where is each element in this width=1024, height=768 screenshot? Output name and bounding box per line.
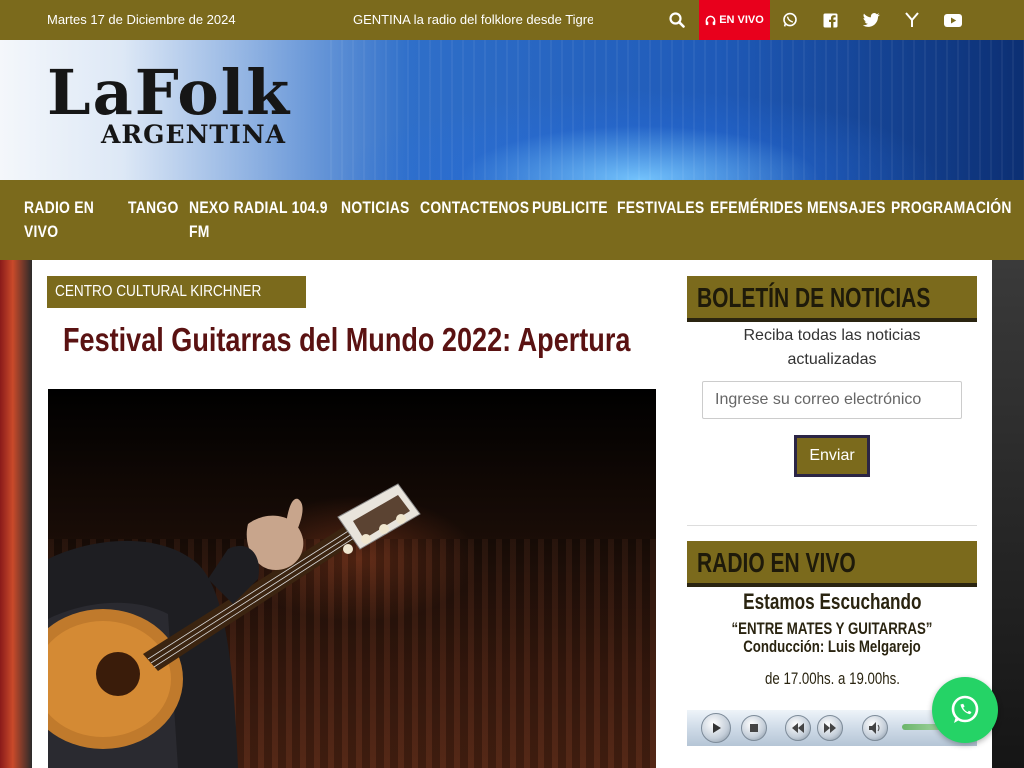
nav-label: RADIO EN bbox=[24, 198, 95, 217]
headphones-icon bbox=[705, 15, 716, 25]
radio-widget-header: RADIO EN VIVO bbox=[687, 541, 977, 587]
guitarist-illustration bbox=[48, 483, 421, 768]
newsletter-description: Reciba todas las noticias actualizadas bbox=[743, 327, 921, 368]
newsletter-heading: BOLETÍN DE NOTICIAS bbox=[697, 282, 931, 313]
newsletter-email-input[interactable] bbox=[702, 381, 962, 419]
whatsapp-chat-button[interactable] bbox=[932, 677, 998, 743]
stop-button[interactable] bbox=[741, 715, 767, 741]
search-icon[interactable] bbox=[667, 10, 687, 30]
logo-text: LaFolk bbox=[47, 56, 292, 129]
facebook-icon[interactable] bbox=[820, 10, 840, 30]
nav-label: FM bbox=[189, 222, 210, 241]
youtube-icon[interactable] bbox=[943, 10, 963, 30]
header-banner: LaFolk ARGENTINA bbox=[0, 40, 1024, 180]
nav-item-noticias[interactable]: NOTICIAS bbox=[341, 196, 410, 220]
background-photo-right bbox=[992, 260, 1024, 768]
ycombinator-icon[interactable] bbox=[902, 10, 922, 30]
stop-icon bbox=[750, 724, 758, 732]
whatsapp-icon[interactable] bbox=[780, 10, 800, 30]
rewind-button[interactable] bbox=[785, 715, 811, 741]
newsletter-widget-header: BOLETÍN DE NOTICIAS bbox=[687, 276, 977, 322]
main-content: CENTRO CULTURAL KIRCHNER Festival Guitar… bbox=[32, 260, 992, 768]
mute-button[interactable] bbox=[862, 715, 888, 741]
volume-icon bbox=[868, 722, 879, 734]
top-bar: Martes 17 de Diciembre de 2024 GENTINA l… bbox=[0, 0, 1024, 40]
rewind-icon bbox=[792, 723, 804, 733]
nav-item-mensajes[interactable]: MENSAJES bbox=[807, 196, 886, 220]
banner-light-streaks bbox=[330, 40, 1024, 180]
live-radio-button[interactable]: EN VIVO bbox=[699, 0, 770, 40]
nav-item-efemerides[interactable]: EFEMÉRIDES bbox=[710, 196, 803, 220]
program-schedule: de 17.00hs. a 19.00hs. bbox=[764, 669, 900, 688]
news-ticker[interactable]: GENTINA la radio del folklore desde Tigr… bbox=[353, 12, 593, 27]
post-title[interactable]: Festival Guitarras del Mundo 2022: Apert… bbox=[63, 320, 637, 360]
category-label: CENTRO CULTURAL KIRCHNER bbox=[55, 283, 262, 300]
nav-item-tango[interactable]: TANGO bbox=[128, 196, 179, 220]
whatsapp-icon bbox=[951, 695, 979, 723]
nav-item-publicite[interactable]: PUBLICITE bbox=[532, 196, 608, 220]
forward-button[interactable] bbox=[817, 715, 843, 741]
sidebar-divider bbox=[687, 525, 977, 526]
live-label: EN VIVO bbox=[719, 14, 764, 26]
nav-label: VIVO bbox=[24, 222, 59, 241]
nav-item-radio-en-vivo[interactable]: RADIO EN VIVO bbox=[24, 196, 114, 244]
current-date: Martes 17 de Diciembre de 2024 bbox=[47, 12, 236, 27]
radio-heading: RADIO EN VIVO bbox=[697, 547, 856, 578]
nav-item-programacion[interactable]: PROGRAMACIÓN bbox=[891, 196, 1012, 220]
current-program: “ENTRE MATES Y GUITARRAS” Conducción: Lu… bbox=[731, 619, 933, 656]
nav-item-contactenos[interactable]: CONTACTENOS bbox=[420, 196, 529, 220]
newsletter-submit-button[interactable]: Enviar bbox=[794, 435, 870, 477]
background-photo-left bbox=[0, 260, 32, 768]
nav-item-festivales[interactable]: FESTIVALES bbox=[617, 196, 704, 220]
main-navigation: RADIO EN VIVO TANGO NEXO RADIAL 104.9 FM… bbox=[0, 180, 1024, 260]
now-listening-label: Estamos Escuchando bbox=[742, 589, 922, 614]
category-tag[interactable]: CENTRO CULTURAL KIRCHNER bbox=[47, 276, 306, 308]
play-button[interactable] bbox=[701, 713, 731, 743]
featured-image[interactable] bbox=[48, 389, 656, 768]
site-logo[interactable]: LaFolk ARGENTINA bbox=[47, 62, 327, 154]
forward-icon bbox=[824, 723, 836, 733]
nav-label: NEXO RADIAL 104.9 bbox=[189, 198, 328, 217]
play-icon bbox=[713, 723, 721, 733]
twitter-icon[interactable] bbox=[861, 10, 881, 30]
logo-subtext: ARGENTINA bbox=[101, 120, 286, 149]
nav-item-nexo-radial[interactable]: NEXO RADIAL 104.9 FM bbox=[189, 196, 328, 244]
